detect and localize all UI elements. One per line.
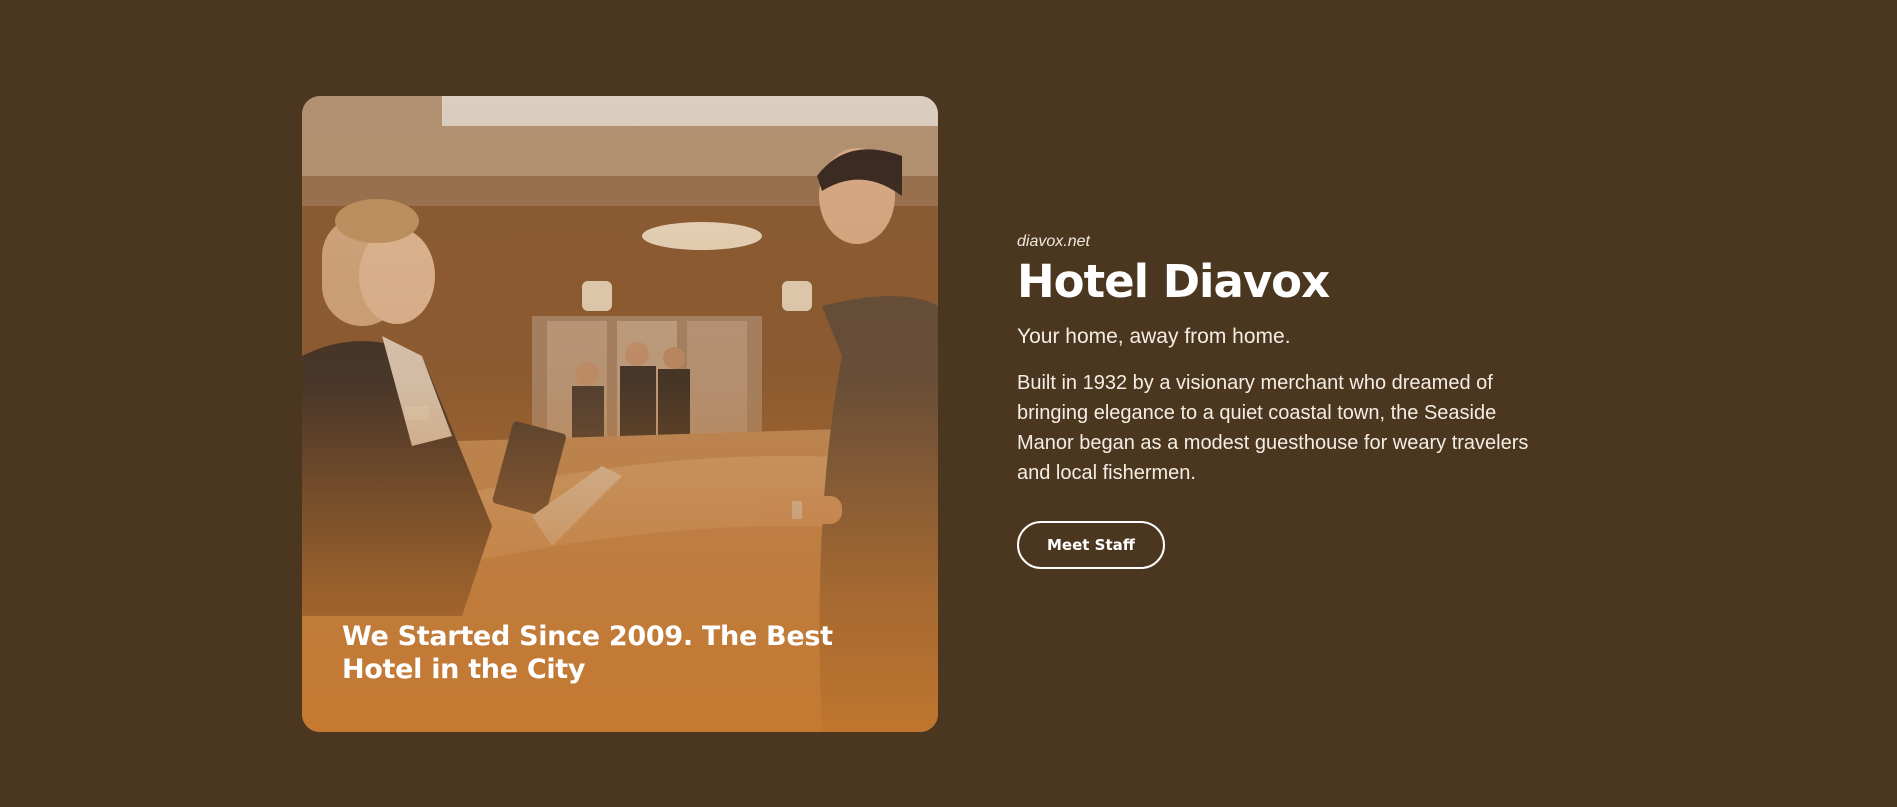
about-section: We Started Since 2009. The Best Hotel in…: [0, 0, 1897, 807]
hotel-description: Built in 1932 by a visionary merchant wh…: [1017, 372, 1529, 484]
hotel-photo-card: We Started Since 2009. The Best Hotel in…: [302, 96, 938, 732]
card-caption: We Started Since 2009. The Best Hotel in…: [342, 621, 833, 685]
tagline: Your home, away from home.: [1017, 325, 1291, 348]
meet-staff-button[interactable]: Meet Staff: [1017, 521, 1165, 569]
site-label: diavox.net: [1017, 233, 1090, 250]
page-title: Hotel Diavox: [1017, 255, 1330, 308]
hotel-info: diavox.net Hotel Diavox Your home, away …: [1017, 232, 1537, 569]
